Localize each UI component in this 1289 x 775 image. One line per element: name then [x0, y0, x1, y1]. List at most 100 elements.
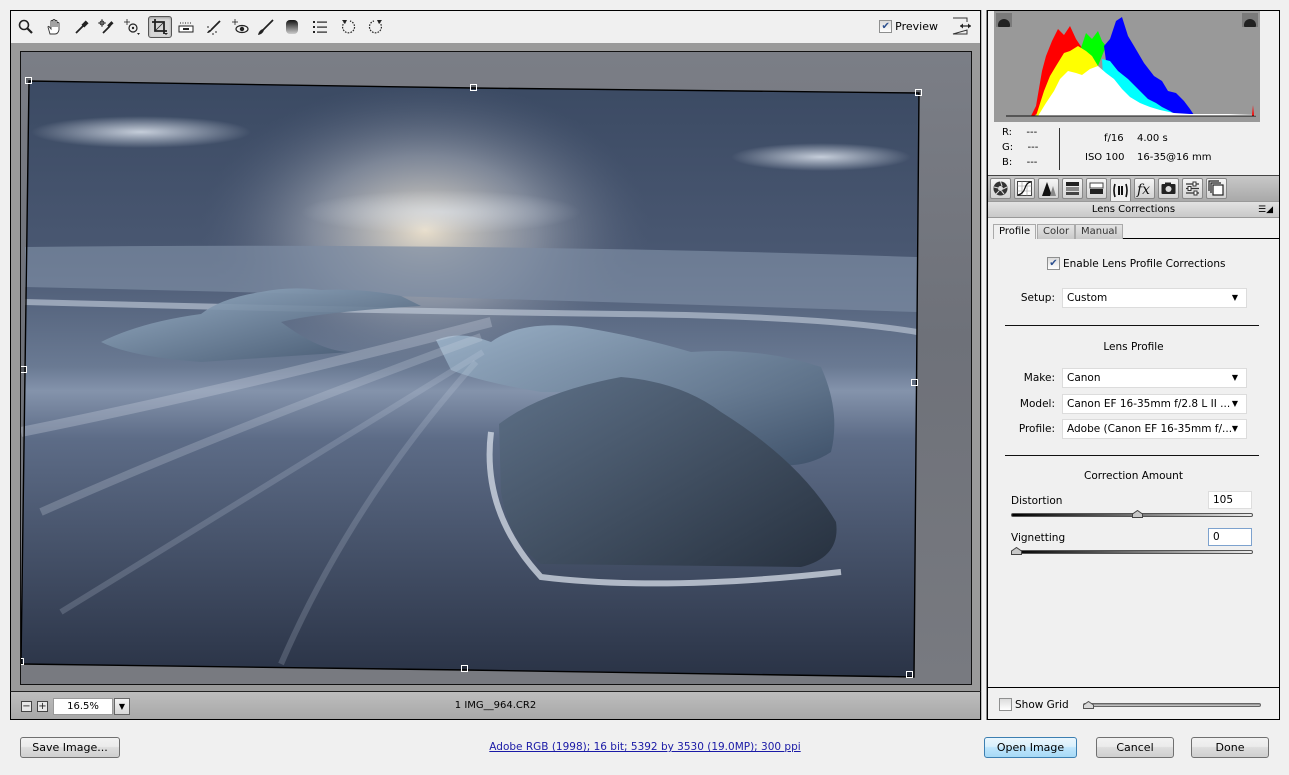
preview-check-icon[interactable]: ✔	[879, 20, 893, 33]
tab-detail[interactable]	[1038, 178, 1059, 199]
white-balance-tool[interactable]	[70, 16, 94, 38]
highlight-clipping-warning[interactable]	[1242, 13, 1258, 27]
workflow-options-link[interactable]: Adobe RGB (1998); 16 bit; 5392 by 3530 (…	[400, 741, 890, 753]
eyedropper-icon	[75, 20, 89, 34]
vignetting-slider[interactable]	[1011, 550, 1253, 554]
save-image-button[interactable]: Save Image...	[20, 737, 120, 758]
tab-basic[interactable]	[990, 178, 1011, 199]
crop-handle-top-left[interactable]	[25, 77, 32, 84]
shadow-clipping-warning[interactable]	[996, 13, 1012, 27]
crop-handle-right[interactable]	[911, 379, 918, 386]
spot-removal-tool[interactable]	[202, 16, 226, 38]
histogram	[994, 11, 1260, 122]
camera-icon	[1161, 182, 1176, 194]
panel-tab-bar: fx	[988, 175, 1279, 202]
crop-icon	[152, 19, 168, 35]
distortion-slider-thumb[interactable]	[1132, 510, 1144, 518]
chevron-down-icon: ▼	[1231, 293, 1238, 302]
tab-effects[interactable]: fx	[1134, 178, 1155, 199]
preview-checkbox[interactable]: ✔ Preview	[879, 20, 938, 33]
level-icon	[178, 22, 194, 33]
chevron-down-icon: ▼	[1231, 373, 1238, 382]
show-grid-check-icon[interactable]	[999, 698, 1012, 711]
rotate-cw-tool[interactable]	[363, 16, 387, 38]
split-toning-icon	[1089, 182, 1104, 194]
adjustment-brush-tool[interactable]	[254, 16, 278, 38]
straighten-tool[interactable]	[174, 16, 198, 38]
vignetting-field[interactable]: 0	[1208, 528, 1252, 546]
show-grid-checkbox[interactable]: Show Grid	[999, 698, 1069, 711]
crop-handle-bottom-right[interactable]	[906, 671, 913, 678]
crop-handle-bottom-left[interactable]	[21, 658, 24, 665]
rotate-left-icon	[341, 20, 356, 34]
spot-heal-icon	[207, 20, 221, 35]
grid-size-slider-thumb[interactable]	[1083, 701, 1094, 709]
sliders-icon	[1186, 181, 1199, 196]
tone-curve-icon	[1017, 181, 1032, 196]
tab-presets[interactable]	[1182, 178, 1203, 199]
open-image-button[interactable]: Open Image	[984, 737, 1077, 758]
tab-lens-corrections[interactable]	[1110, 178, 1131, 202]
distortion-field[interactable]: 105	[1208, 491, 1252, 509]
detail-icon	[1042, 182, 1056, 196]
make-label: Make:	[1023, 372, 1055, 384]
lens-icon	[1113, 183, 1128, 198]
vignetting-label: Vignetting	[1011, 532, 1066, 544]
exif-iso: ISO 100	[1085, 152, 1125, 163]
enable-lens-profile-label: Enable Lens Profile Corrections	[1063, 257, 1226, 270]
tab-split-toning[interactable]	[1086, 178, 1107, 199]
done-button[interactable]: Done	[1191, 737, 1269, 758]
crop-handle-bottom[interactable]	[461, 665, 468, 672]
subtab-manual[interactable]: Manual	[1075, 224, 1124, 239]
profile-label: Profile:	[1018, 423, 1055, 435]
photo-preview	[21, 80, 920, 678]
crop-handle-top-right[interactable]	[915, 89, 922, 96]
model-select[interactable]: Canon EF 16-35mm f/2.8 L II ... ▼	[1062, 394, 1247, 414]
hand-tool[interactable]	[42, 16, 66, 38]
rotate-right-icon	[368, 20, 383, 34]
fullscreen-button[interactable]	[952, 17, 972, 35]
panel-title: Lens Corrections	[1091, 204, 1176, 215]
graduated-filter-tool[interactable]	[280, 16, 304, 38]
enable-lens-profile-checkbox[interactable]: ✔ Enable Lens Profile Corrections	[1047, 257, 1225, 270]
readout-divider	[1059, 128, 1060, 170]
preview-label: Preview	[895, 20, 938, 33]
subtab-color[interactable]: Color	[1037, 224, 1076, 239]
profile-select[interactable]: Adobe (Canon EF 16-35mm f/... ▼	[1062, 419, 1247, 439]
fx-icon: fx	[1136, 182, 1150, 197]
cancel-button[interactable]: Cancel	[1096, 737, 1174, 758]
crop-handle-left[interactable]	[21, 366, 27, 373]
histogram-red-clip	[1252, 105, 1254, 116]
subtab-profile[interactable]: Profile	[993, 224, 1037, 239]
make-select[interactable]: Canon ▼	[1062, 368, 1247, 388]
enable-check-icon[interactable]: ✔	[1047, 257, 1060, 270]
readout-b: B: ---	[1002, 157, 1038, 168]
crop-tool[interactable]	[148, 16, 172, 38]
triangle-icon	[998, 19, 1010, 27]
tab-hsl[interactable]	[1062, 178, 1083, 199]
panel-header: Lens Corrections ☰◢	[988, 201, 1279, 218]
brush-icon	[258, 19, 274, 35]
tab-tone-curve[interactable]	[1014, 178, 1035, 199]
panel-menu-icon[interactable]: ☰◢	[1258, 203, 1273, 218]
fullscreen-icon	[952, 17, 971, 35]
zoom-tool[interactable]	[14, 16, 38, 38]
grid-size-slider[interactable]	[1083, 703, 1261, 707]
hsl-grayscale-icon	[1066, 182, 1079, 195]
target-adjust-icon	[124, 19, 140, 35]
image-area[interactable]	[20, 51, 972, 685]
red-eye-removal-tool[interactable]	[228, 16, 252, 38]
preview-canvas[interactable]	[10, 43, 981, 691]
rotate-ccw-tool[interactable]	[337, 16, 361, 38]
vignetting-slider-thumb[interactable]	[1011, 547, 1022, 555]
color-sampler-tool[interactable]	[94, 16, 118, 38]
setup-select[interactable]: Custom ▼	[1062, 288, 1247, 308]
tab-camera-calibration[interactable]	[1158, 178, 1179, 199]
correction-amount-title: Correction Amount	[1084, 470, 1183, 482]
preferences-tool[interactable]	[308, 16, 332, 38]
targeted-adjustment-tool[interactable]	[120, 16, 144, 38]
readout-r: R: ---	[1002, 127, 1038, 138]
crop-handle-top[interactable]	[470, 84, 477, 91]
hand-icon	[47, 19, 60, 35]
tab-snapshots[interactable]	[1206, 178, 1227, 199]
